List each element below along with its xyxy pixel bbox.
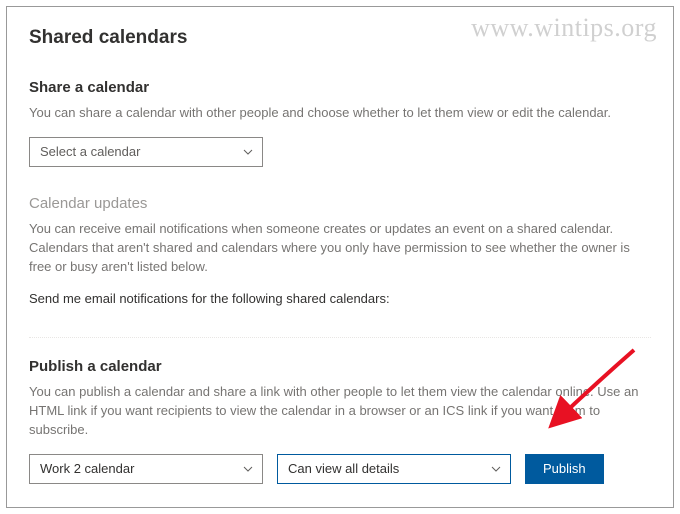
share-heading: Share a calendar (29, 79, 651, 96)
publish-calendar-section: Publish a calendar You can publish a cal… (29, 358, 651, 484)
publish-description: You can publish a calendar and share a l… (29, 383, 651, 440)
publish-heading: Publish a calendar (29, 358, 651, 375)
select-calendar-dropdown[interactable]: Select a calendar (29, 137, 263, 167)
calendar-updates-section: Calendar updates You can receive email n… (29, 195, 651, 309)
page-title: Shared calendars (29, 27, 651, 49)
chevron-down-icon (490, 463, 502, 475)
chevron-down-icon (242, 146, 254, 158)
updates-prompt: Send me email notifications for the foll… (29, 290, 651, 309)
publish-permissions-dropdown[interactable]: Can view all details (277, 454, 511, 484)
publish-button[interactable]: Publish (525, 454, 604, 484)
publish-permissions-value: Can view all details (288, 461, 399, 476)
publish-calendar-dropdown[interactable]: Work 2 calendar (29, 454, 263, 484)
select-calendar-placeholder: Select a calendar (40, 144, 140, 159)
updates-heading: Calendar updates (29, 195, 651, 212)
chevron-down-icon (242, 463, 254, 475)
share-calendar-section: Share a calendar You can share a calenda… (29, 79, 651, 167)
publish-calendar-value: Work 2 calendar (40, 461, 134, 476)
section-divider (29, 337, 651, 338)
share-description: You can share a calendar with other peop… (29, 104, 651, 123)
updates-description: You can receive email notifications when… (29, 220, 651, 277)
